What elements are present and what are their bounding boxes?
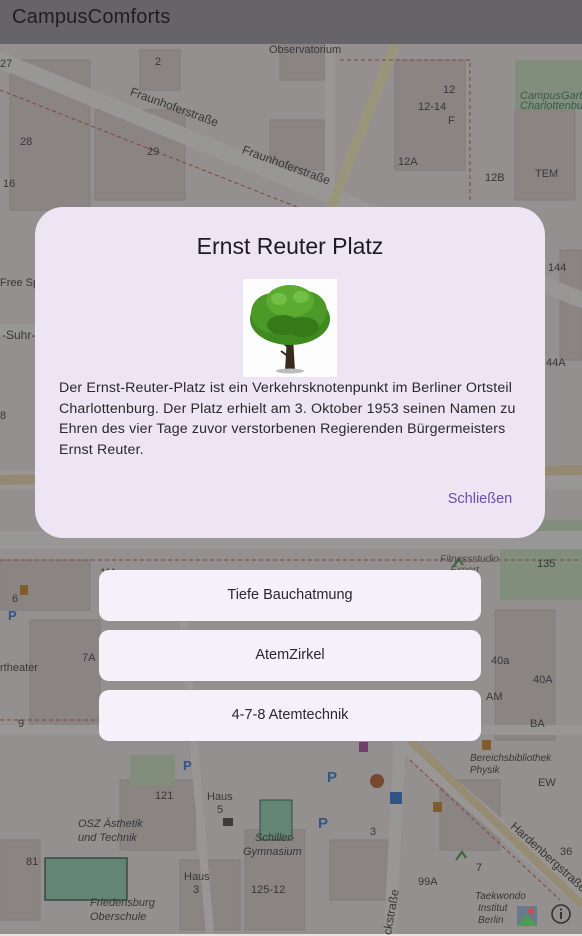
tree-image	[243, 279, 337, 377]
choice-button[interactable]: AtemZirkel	[99, 630, 481, 681]
tree-illustration	[250, 285, 330, 374]
app-title: CampusComforts	[12, 6, 171, 28]
choice-button[interactable]: 4-7-8 Atemtechnik	[99, 690, 481, 741]
info-icon[interactable]	[550, 903, 572, 925]
dialog-body-text: Der Ernst-Reuter-Platz ist ein Verkehrsk…	[59, 380, 516, 458]
app-bar: CampusComforts	[0, 0, 582, 44]
choice-button[interactable]: Tiefe Bauchatmung	[99, 570, 481, 621]
close-button[interactable]: Schließen	[437, 488, 523, 510]
dialog-title: Ernst Reuter Platz	[196, 233, 384, 259]
info-dialog: Ernst Reuter Platz Der Ernst-Reuter-Plat…	[35, 207, 545, 538]
map-layers-icon[interactable]	[515, 904, 539, 928]
